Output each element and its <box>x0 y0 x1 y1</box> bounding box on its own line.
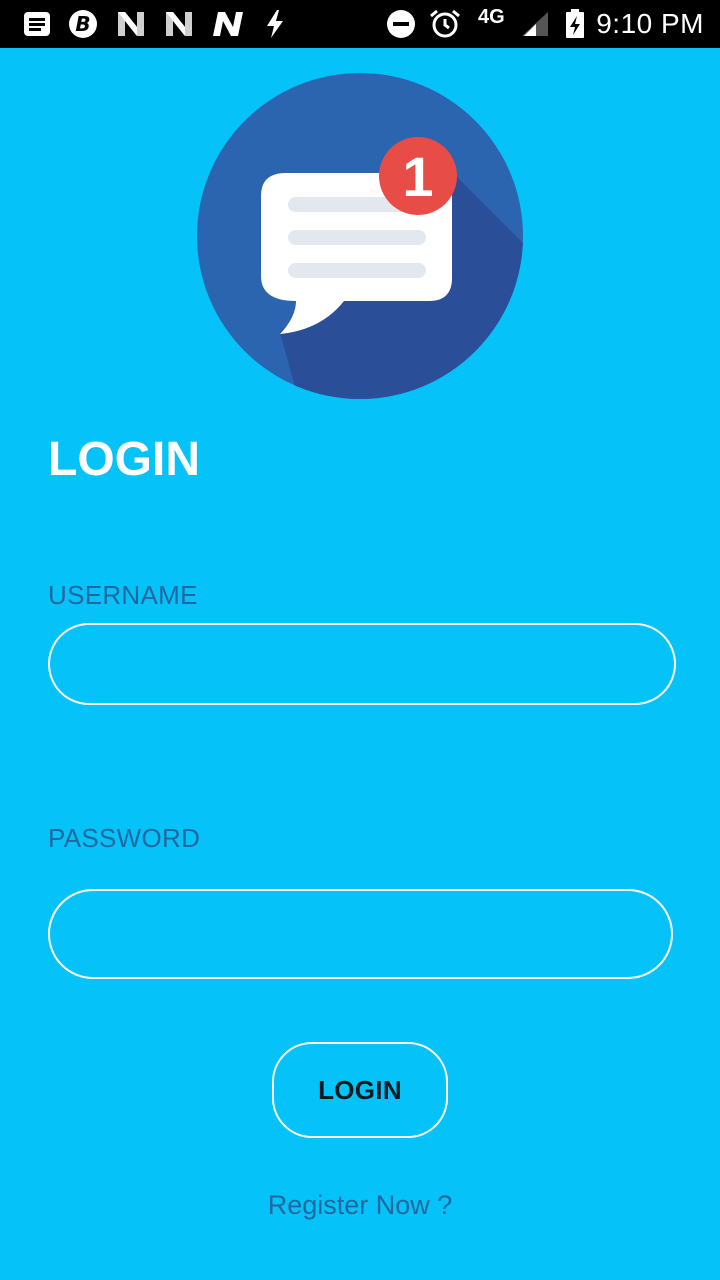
n-app-icon <box>166 12 192 36</box>
username-input[interactable] <box>48 623 676 705</box>
password-input[interactable] <box>48 889 673 979</box>
clock: 9:10 PM <box>596 8 704 39</box>
do-not-disturb-icon <box>387 10 415 38</box>
password-label: PASSWORD <box>48 823 201 853</box>
notification-badge-count: 1 <box>402 145 433 208</box>
alarm-clock-icon <box>430 9 460 38</box>
svg-text:B: B <box>75 12 90 36</box>
charging-bolt-icon <box>267 10 283 38</box>
battery-charging-icon <box>566 9 584 38</box>
n-app-icon <box>213 12 243 36</box>
notes-icon <box>24 12 50 36</box>
signal-icon <box>522 12 548 36</box>
network-type-label: 4G <box>478 6 505 28</box>
username-label: USERNAME <box>48 580 198 610</box>
n-app-icon <box>118 12 144 36</box>
bitcoin-icon: B <box>69 10 97 38</box>
login-button[interactable]: LOGIN <box>272 1042 448 1138</box>
register-link[interactable]: Register Now ? <box>0 1190 720 1221</box>
status-bar: B 4G 9:10 PM <box>0 0 720 48</box>
app-logo: 1 <box>197 73 523 399</box>
page-title: LOGIN <box>48 433 200 486</box>
